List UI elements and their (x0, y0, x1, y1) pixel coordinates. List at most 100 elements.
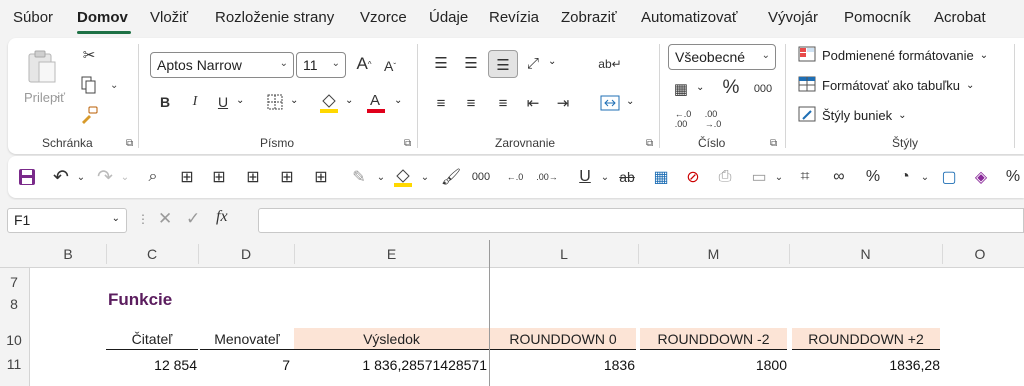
tab-domov[interactable]: Domov (77, 9, 128, 26)
row-header-11[interactable]: 11 (0, 356, 28, 372)
tab-zobrazit[interactable]: Zobraziť (561, 9, 617, 26)
tab-acrobat[interactable]: Acrobat (934, 9, 986, 26)
decrease-indent-icon[interactable]: ⇤ (522, 92, 544, 114)
header-citatel[interactable]: Čitateľ (106, 328, 198, 350)
chevron-down-icon[interactable]: ⌄ (290, 95, 298, 106)
chevron-down-icon[interactable]: ⌄ (766, 164, 792, 190)
tab-rozlozenie-strany[interactable]: Rozloženie strany (215, 9, 334, 26)
row-header-8[interactable]: 8 (0, 296, 28, 312)
tab-vyvojar[interactable]: Vývojár (768, 9, 818, 26)
cell-n11[interactable]: 1836,28 (889, 357, 940, 373)
decrease-font-icon[interactable]: Aˇ (380, 54, 400, 78)
search-icon[interactable]: ⌕ (140, 164, 166, 190)
chevron-down-icon[interactable]: ⌄ (912, 164, 938, 190)
cancel-icon[interactable]: ✕ (158, 209, 172, 229)
eraser-icon[interactable]: ◈ (968, 164, 994, 190)
borders-icon[interactable] (264, 92, 286, 112)
tab-vzorce[interactable]: Vzorce (360, 9, 407, 26)
grid-borders-icon[interactable]: ⊞ (308, 164, 334, 190)
tab-pomocnik[interactable]: Pomocník (844, 9, 911, 26)
infinity-icon[interactable]: ∞ (826, 164, 852, 190)
header-menovatel[interactable]: Menovateľ (200, 328, 294, 350)
chevron-down-icon[interactable]: ⌄ (394, 95, 402, 106)
conditional-formatting-button[interactable]: Podmienené formátovanie ⌄ (798, 46, 988, 65)
cell-c11[interactable]: 12 854 (154, 357, 197, 373)
column-header-d[interactable]: D (198, 246, 294, 262)
tab-automatizovat[interactable]: Automatizovať (641, 9, 738, 26)
chevron-down-icon[interactable]: ⌄ (345, 95, 353, 106)
clipboard-launcher-icon[interactable]: ⧉ (126, 138, 133, 149)
chevron-down-icon[interactable]: ⌄ (68, 164, 94, 190)
header-rounddown-minus2[interactable]: ROUNDDOWN -2 (640, 328, 787, 350)
cell-styles-button[interactable]: Štýly buniek ⌄ (798, 106, 906, 125)
font-name-select[interactable]: Aptos Narrow ⌄ (150, 52, 294, 78)
number-format-select[interactable]: Všeobecné ⌄ (668, 44, 776, 70)
format-painter-icon[interactable] (78, 104, 100, 126)
wrap-text-icon[interactable]: ab↵ (598, 52, 622, 76)
row-header-10[interactable]: 10 (0, 332, 28, 348)
chevron-down-icon[interactable]: ⌄ (548, 56, 556, 67)
crop-icon[interactable]: ⌗ (792, 164, 818, 190)
all-borders-icon[interactable]: ⊞ (174, 164, 200, 190)
cell-l11[interactable]: 1836 (604, 357, 635, 373)
alignment-launcher-icon[interactable]: ⧉ (646, 138, 653, 149)
chevron-down-icon[interactable]: ⌄ (412, 164, 438, 190)
column-header-b[interactable]: B (30, 246, 106, 262)
align-right-icon[interactable]: ≡ (492, 92, 514, 114)
worksheet-grid[interactable]: B C D E L M N O 7 8 10 11 Funkcie Čitate… (0, 240, 1024, 386)
header-rounddown-plus2[interactable]: ROUNDDOWN +2 (792, 328, 940, 350)
paint-brush-icon[interactable]: 🖌 (438, 164, 464, 190)
cell-m11[interactable]: 1800 (756, 357, 787, 373)
add-decimal-icon[interactable]: ←.0 (502, 164, 528, 190)
chevron-down-icon[interactable]: ⌄ (236, 95, 244, 106)
currency-format-icon[interactable]: % (1000, 164, 1024, 190)
thick-borders-icon[interactable]: ⊞ (274, 164, 300, 190)
outside-borders-icon[interactable]: ⊞ (206, 164, 232, 190)
chevron-down-icon[interactable]: ⌄ (626, 96, 634, 107)
freeze-panes-icon[interactable]: ▢ (936, 164, 962, 190)
column-header-n[interactable]: N (789, 246, 942, 262)
sheet-title[interactable]: Funkcie (108, 290, 172, 310)
tab-revizia[interactable]: Revízia (489, 9, 539, 26)
font-size-select[interactable]: 11 ⌄ (296, 52, 346, 78)
copy-icon[interactable] (78, 74, 100, 96)
fill-color-icon[interactable] (318, 90, 340, 114)
tab-udaje[interactable]: Údaje (429, 9, 468, 26)
inside-borders-icon[interactable]: ⊞ (240, 164, 266, 190)
bold-button[interactable]: B (156, 92, 174, 112)
clear-format-icon[interactable]: ⊘ (680, 164, 706, 190)
column-header-m[interactable]: M (638, 246, 789, 262)
percent-button[interactable]: % (720, 76, 742, 100)
paste-chevron-icon[interactable]: ⌄ (54, 90, 62, 101)
cell-d11[interactable]: 7 (282, 357, 290, 373)
increase-font-icon[interactable]: A ^ (354, 52, 374, 76)
align-bottom-icon[interactable]: ☰ (492, 54, 514, 76)
align-center-icon[interactable]: ≡ (460, 92, 482, 114)
header-rounddown-0[interactable]: ROUNDDOWN 0 (490, 328, 636, 350)
save-icon[interactable] (14, 164, 40, 190)
formula-input[interactable] (258, 208, 1024, 233)
tab-subor[interactable]: Súbor (13, 9, 53, 26)
paste-icon[interactable] (26, 48, 58, 88)
chevron-down-icon[interactable]: ⌄ (112, 164, 138, 190)
increase-indent-icon[interactable]: ⇥ (552, 92, 574, 114)
orientation-icon[interactable]: ⤢ (522, 52, 544, 74)
cut-icon[interactable]: ✂ (78, 44, 100, 66)
font-color-icon[interactable]: A (365, 90, 387, 114)
column-header-l[interactable]: L (490, 246, 638, 262)
accounting-format-icon[interactable]: ▦ (670, 78, 692, 100)
column-header-o[interactable]: O (942, 246, 1018, 262)
insert-function-button[interactable]: fx (216, 208, 228, 226)
thousands-separator-button[interactable]: 000 (750, 78, 776, 100)
column-header-c[interactable]: C (106, 246, 198, 262)
format-as-table-button[interactable]: Formátovať ako tabuľku ⌄ (798, 76, 974, 95)
thousands-format-button[interactable]: 000 (468, 164, 494, 190)
remove-decimal-icon[interactable]: .00→ (534, 164, 560, 190)
cell-e11[interactable]: 1 836,28571428571 (362, 357, 487, 373)
insert-table-icon[interactable]: ▦ (648, 164, 674, 190)
align-top-icon[interactable]: ☰ (430, 52, 452, 74)
strikethrough-icon[interactable]: ab (614, 164, 640, 190)
underline-button[interactable]: U (214, 92, 232, 112)
italic-button[interactable]: I (186, 92, 204, 112)
header-vysledok[interactable]: Výsledok (294, 328, 489, 350)
